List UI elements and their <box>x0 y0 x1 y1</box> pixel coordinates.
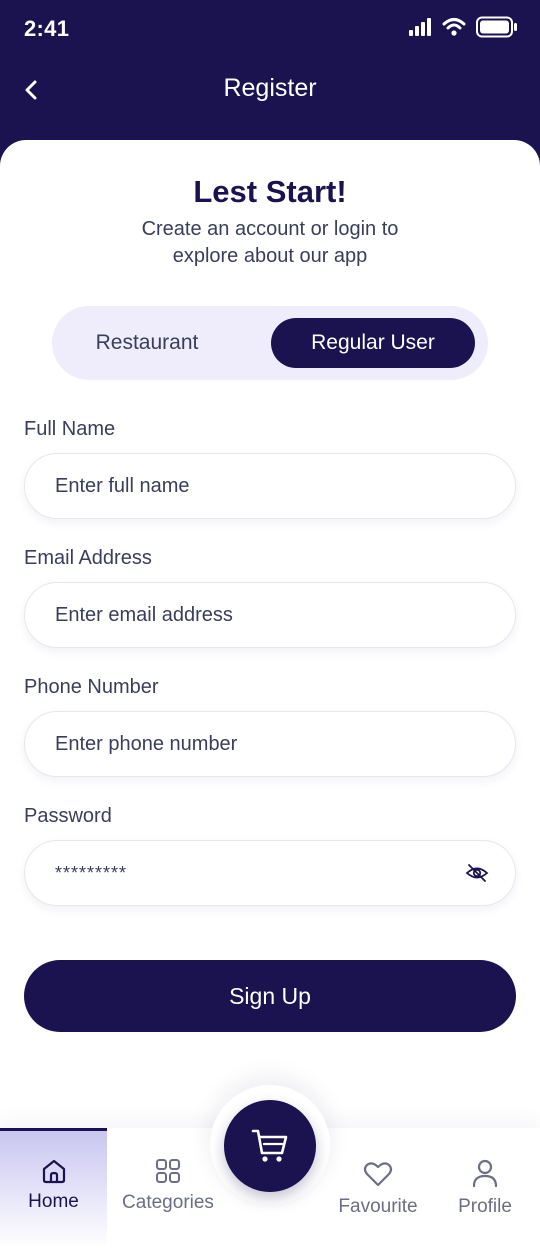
nav-home[interactable]: Home <box>0 1128 107 1248</box>
nav-categories[interactable]: Categories <box>112 1128 224 1248</box>
nav-home-label: Home <box>28 1191 79 1212</box>
status-bar: 2:41 <box>0 0 540 58</box>
phone-field[interactable] <box>24 711 516 777</box>
phone-label: Phone Number <box>24 676 159 698</box>
status-icons <box>408 16 518 38</box>
sign-up-button[interactable]: Sign Up <box>24 960 516 1032</box>
signal-icon <box>409 18 431 36</box>
register-sheet: Lest Start! Create an account or login t… <box>0 140 540 1248</box>
user-type-toggle: Restaurant Regular User <box>52 306 488 380</box>
eye-off-icon[interactable] <box>465 861 489 885</box>
email-field[interactable] <box>24 582 516 648</box>
nav-categories-label: Categories <box>122 1192 214 1213</box>
password-value[interactable]: ********* <box>55 863 127 884</box>
phone-input[interactable] <box>55 732 515 756</box>
full-name-input[interactable] <box>55 474 515 498</box>
nav-favourite-label: Favourite <box>338 1196 418 1217</box>
password-field[interactable]: ********* <box>24 840 516 906</box>
battery-icon <box>476 16 517 38</box>
heart-icon <box>363 1162 393 1187</box>
nav-profile[interactable]: Profile <box>440 1128 530 1248</box>
password-label: Password <box>24 805 112 827</box>
hero-title: Lest Start! <box>193 174 347 209</box>
full-name-field[interactable] <box>24 453 516 519</box>
cart-button[interactable] <box>224 1100 316 1192</box>
segment-restaurant[interactable]: Restaurant <box>68 318 226 368</box>
segment-regular-user[interactable]: Regular User <box>271 318 475 368</box>
home-icon <box>42 1159 65 1184</box>
grid-icon <box>156 1159 180 1183</box>
app-header: Register <box>0 58 540 138</box>
nav-favourite[interactable]: Favourite <box>330 1128 426 1248</box>
email-label: Email Address <box>24 547 152 569</box>
wifi-icon <box>442 18 466 36</box>
cart-icon <box>251 1129 288 1162</box>
page-title: Register <box>223 74 317 102</box>
full-name-label: Full Name <box>24 418 116 440</box>
email-input[interactable] <box>55 603 515 627</box>
user-icon <box>472 1159 498 1188</box>
status-time: 2:41 <box>24 16 70 41</box>
hero-subtitle: Create an account or login to explore ab… <box>141 218 399 267</box>
nav-profile-label: Profile <box>458 1196 512 1217</box>
